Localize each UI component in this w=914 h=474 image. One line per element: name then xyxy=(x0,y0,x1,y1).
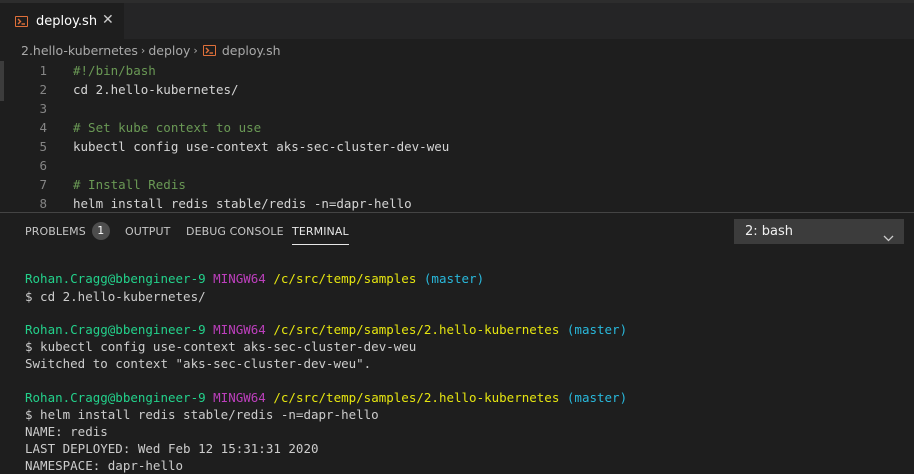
tab-label: DEBUG CONSOLE xyxy=(186,225,284,238)
editor-line: 4 # Set kube context to use xyxy=(0,118,914,137)
prompt-path: /c/src/temp/samples/2.hello-kubernetes xyxy=(273,390,560,405)
editor-line: 7 # Install Redis xyxy=(0,175,914,194)
code-text: # Install Redis xyxy=(73,177,186,192)
terminal-prompt-line: Rohan.Cragg@bbengineer-9 MINGW64 /c/src/… xyxy=(25,270,484,287)
terminal-select[interactable]: 2: bash xyxy=(734,219,904,244)
line-number: 1 xyxy=(39,63,47,78)
line-number: 3 xyxy=(39,101,47,116)
breadcrumb-item-subfolder[interactable]: deploy xyxy=(148,43,190,58)
breadcrumb-item-file[interactable]: deploy.sh xyxy=(222,43,281,58)
terminal-output-line: Switched to context "aks-sec-cluster-dev… xyxy=(25,356,372,371)
editor-line: 3 xyxy=(0,99,914,118)
chevron-right-icon: › xyxy=(193,43,198,57)
editor-line: 8 helm install redis stable/redis -n=dap… xyxy=(0,194,914,212)
tab-label: OUTPUT xyxy=(125,225,171,238)
tab-terminal[interactable]: TERMINAL xyxy=(292,213,349,250)
code-text: cd 2.hello-kubernetes/ xyxy=(73,82,239,97)
problems-count-badge: 1 xyxy=(91,222,110,240)
chevron-down-icon xyxy=(883,227,894,250)
prompt-host: MINGW64 xyxy=(213,390,266,405)
terminal-output-line: LAST DEPLOYED: Wed Feb 12 15:31:31 2020 xyxy=(25,441,319,456)
prompt-path: /c/src/temp/samples/2.hello-kubernetes xyxy=(273,322,560,337)
terminal-command-line: $ kubectl config use-context aks-sec-clu… xyxy=(25,339,417,354)
terminal-command-line: $ helm install redis stable/redis -n=dap… xyxy=(25,407,379,422)
line-number: 5 xyxy=(39,139,47,154)
terminal-output-line: NAMESPACE: dapr-hello xyxy=(25,458,184,473)
tab-debug-console[interactable]: DEBUG CONSOLE xyxy=(186,213,284,250)
prompt-user: Rohan.Cragg@bbengineer-9 xyxy=(25,322,206,337)
tab-output[interactable]: OUTPUT xyxy=(125,213,170,250)
close-icon[interactable]: ✕ xyxy=(102,12,114,28)
line-number: 8 xyxy=(39,196,47,211)
tab-problems[interactable]: PROBLEMS 1 xyxy=(25,213,110,250)
tab-label: TERMINAL xyxy=(292,225,349,238)
prompt-branch: (master) xyxy=(566,322,628,337)
code-text: helm install redis stable/redis -n=dapr-… xyxy=(73,196,412,211)
editor-line: 6 xyxy=(0,156,914,175)
shell-file-icon xyxy=(202,44,216,56)
breadcrumb-item-folder[interactable]: 2.hello-kubernetes xyxy=(21,43,138,58)
editor-line: 2 cd 2.hello-kubernetes/ xyxy=(0,80,914,99)
prompt-host: MINGW64 xyxy=(213,271,266,286)
code-text: kubectl config use-context aks-sec-clust… xyxy=(73,139,450,154)
code-editor[interactable]: 1 #!/bin/bash 2 cd 2.hello-kubernetes/ 3… xyxy=(0,61,914,212)
prompt-host: MINGW64 xyxy=(213,322,266,337)
terminal-output-line: NAME: redis xyxy=(25,424,108,439)
tab-label: deploy.sh xyxy=(36,13,98,29)
terminal-prompt-line: Rohan.Cragg@bbengineer-9 MINGW64 /c/src/… xyxy=(25,389,627,406)
tab-label: PROBLEMS xyxy=(25,225,86,238)
editor-tab-bar: deploy.sh ✕ xyxy=(0,0,914,39)
breadcrumb: 2.hello-kubernetes › deploy › deploy.sh xyxy=(0,39,914,61)
shell-file-icon xyxy=(15,15,28,27)
prompt-branch: (master) xyxy=(423,271,485,286)
editor-line: 1 #!/bin/bash xyxy=(0,61,914,80)
line-number: 2 xyxy=(39,82,47,97)
code-text: #!/bin/bash xyxy=(73,63,156,78)
terminal-prompt-line: Rohan.Cragg@bbengineer-9 MINGW64 /c/src/… xyxy=(25,321,627,338)
code-text: # Set kube context to use xyxy=(73,120,262,135)
prompt-user: Rohan.Cragg@bbengineer-9 xyxy=(25,271,206,286)
editor-line: 5 kubectl config use-context aks-sec-clu… xyxy=(0,137,914,156)
prompt-branch: (master) xyxy=(566,390,628,405)
terminal-output[interactable]: Rohan.Cragg@bbengineer-9 MINGW64 /c/src/… xyxy=(0,250,914,474)
tab-deploy-sh[interactable]: deploy.sh ✕ xyxy=(0,3,124,39)
terminal-select-value: 2: bash xyxy=(745,224,794,239)
line-number: 7 xyxy=(39,177,47,192)
prompt-user: Rohan.Cragg@bbengineer-9 xyxy=(25,390,206,405)
panel-header: PROBLEMS 1 OUTPUT DEBUG CONSOLE TERMINAL … xyxy=(0,213,914,250)
line-number: 6 xyxy=(39,158,47,173)
chevron-right-icon: › xyxy=(140,43,146,57)
line-number: 4 xyxy=(39,120,47,135)
terminal-command-line: $ cd 2.hello-kubernetes/ xyxy=(25,289,206,304)
prompt-path: /c/src/temp/samples xyxy=(273,271,417,286)
